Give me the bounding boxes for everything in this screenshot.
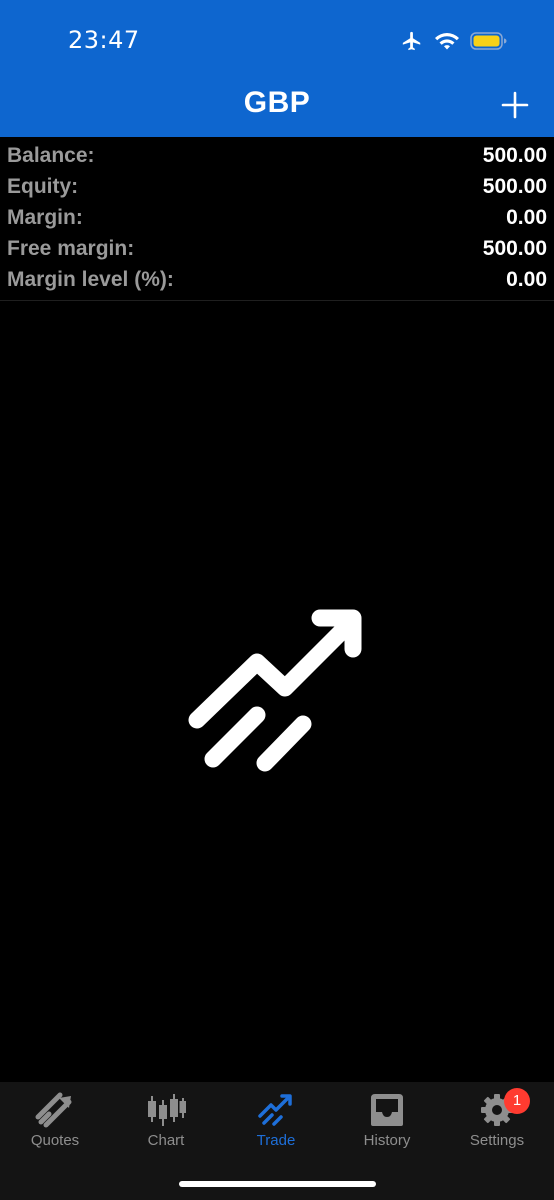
summary-value: 0.00 xyxy=(506,268,547,291)
add-icon[interactable] xyxy=(500,90,530,120)
wifi-icon xyxy=(435,33,459,50)
summary-label: Free margin: xyxy=(7,237,135,260)
candlestick-chart-icon xyxy=(148,1094,186,1126)
tab-chart[interactable]: Chart xyxy=(111,1092,221,1152)
summary-label: Equity: xyxy=(7,175,79,198)
page-title: GBP xyxy=(243,86,311,119)
home-indicator[interactable] xyxy=(179,1181,376,1187)
account-summary: Balance: 500.00 Equity: 500.00 Margin: 0… xyxy=(0,140,554,295)
inbox-icon xyxy=(371,1094,403,1126)
trade-icon xyxy=(258,1094,292,1126)
tab-label: Chart xyxy=(147,1132,185,1149)
app-header: 23:47 GBP xyxy=(0,0,554,137)
tab-settings[interactable]: 1 Settings xyxy=(442,1088,552,1152)
summary-value: 0.00 xyxy=(506,206,547,229)
tab-label: Settings xyxy=(469,1132,525,1149)
notification-badge: 1 xyxy=(504,1088,530,1114)
summary-label: Margin level (%): xyxy=(7,268,174,291)
battery-icon xyxy=(470,32,507,50)
summary-label: Balance: xyxy=(7,144,95,167)
tab-label: Trade xyxy=(256,1132,296,1149)
summary-row-equity: Equity: 500.00 xyxy=(0,171,554,202)
summary-value: 500.00 xyxy=(482,144,547,167)
tab-label: Quotes xyxy=(30,1132,80,1149)
tab-quotes[interactable]: Quotes xyxy=(0,1092,110,1152)
tab-history[interactable]: History xyxy=(332,1092,442,1152)
summary-value: 500.00 xyxy=(482,175,547,198)
summary-row-free-margin: Free margin: 500.00 xyxy=(0,233,554,264)
summary-row-margin: Margin: 0.00 xyxy=(0,202,554,233)
quotes-icon xyxy=(35,1092,72,1128)
summary-row-balance: Balance: 500.00 xyxy=(0,140,554,171)
summary-label: Margin: xyxy=(7,206,83,229)
tab-trade[interactable]: Trade xyxy=(221,1092,331,1152)
summary-value: 500.00 xyxy=(482,237,547,260)
tab-label: History xyxy=(363,1132,411,1149)
summary-row-margin-level: Margin level (%): 0.00 xyxy=(0,264,554,295)
divider xyxy=(0,300,554,301)
airplane-icon xyxy=(402,31,421,51)
trade-empty-state-icon xyxy=(188,609,362,772)
status-icons xyxy=(400,30,508,52)
status-time: 23:47 xyxy=(68,26,140,54)
